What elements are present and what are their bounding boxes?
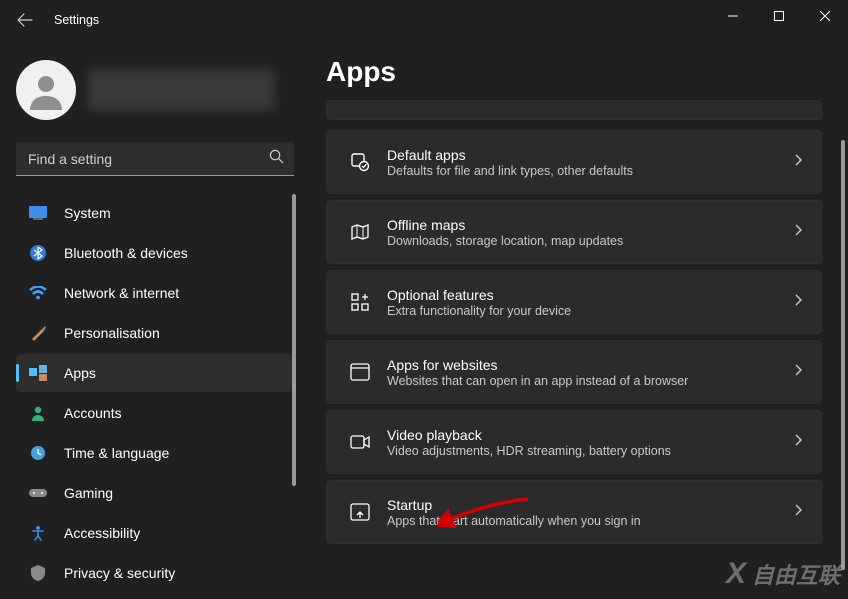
setting-card-title: Optional features xyxy=(387,287,795,303)
setting-card-title: Startup xyxy=(387,497,795,513)
sidebar-item-label: Apps xyxy=(64,365,96,381)
sidebar-item-label: Gaming xyxy=(64,485,113,501)
sidebar-item-label: Network & internet xyxy=(64,285,179,301)
sidebar-scrollbar[interactable] xyxy=(292,194,296,599)
avatar xyxy=(16,60,76,120)
main-scroll-thumb[interactable] xyxy=(841,140,845,570)
brush-icon xyxy=(28,323,48,343)
window-title: Settings xyxy=(54,13,99,27)
setting-card-video-playback[interactable]: Video playback Video adjustments, HDR st… xyxy=(326,410,822,474)
sidebar-item-label: Personalisation xyxy=(64,325,160,341)
setting-card-title: Video playback xyxy=(387,427,795,443)
chevron-right-icon xyxy=(795,293,803,311)
minimize-button[interactable] xyxy=(710,0,756,32)
setting-card-desc: Video adjustments, HDR streaming, batter… xyxy=(387,444,795,458)
main-panel: Apps Choose where to get apps, archive a… xyxy=(300,40,848,599)
close-button[interactable] xyxy=(802,0,848,32)
sidebar-item-accounts[interactable]: Accounts xyxy=(16,394,292,432)
setting-card-apps-for-websites[interactable]: Apps for websites Websites that can open… xyxy=(326,340,822,404)
accessibility-icon xyxy=(28,523,48,543)
sidebar-item-gaming[interactable]: Gaming xyxy=(16,474,292,512)
search-input[interactable] xyxy=(16,142,294,176)
sidebar-item-label: Time & language xyxy=(64,445,169,461)
setting-card-title: Apps for websites xyxy=(387,357,795,373)
content-scroll: Choose where to get apps, archive apps, … xyxy=(326,100,822,599)
setting-card-desc: Websites that can open in an app instead… xyxy=(387,374,795,388)
setting-card-truncated[interactable]: Choose where to get apps, archive apps, … xyxy=(326,100,822,120)
sidebar-item-apps[interactable]: Apps xyxy=(16,354,292,392)
bluetooth-icon xyxy=(28,243,48,263)
setting-card-title: Default apps xyxy=(387,147,795,163)
sidebar-item-privacy[interactable]: Privacy & security xyxy=(16,554,292,592)
setting-card-offline-maps[interactable]: Offline maps Downloads, storage location… xyxy=(326,200,822,264)
sidebar-item-bluetooth[interactable]: Bluetooth & devices xyxy=(16,234,292,272)
setting-card-optional-features[interactable]: Optional features Extra functionality fo… xyxy=(326,270,822,334)
person-icon xyxy=(26,70,66,110)
setting-card-desc: Defaults for file and link types, other … xyxy=(387,164,795,178)
search-box[interactable] xyxy=(16,142,294,176)
window-icon xyxy=(345,363,375,381)
setting-card-desc: Apps that start automatically when you s… xyxy=(387,514,795,528)
back-button[interactable] xyxy=(10,5,40,35)
sidebar: System Bluetooth & devices Network & int… xyxy=(0,40,300,599)
apps-icon xyxy=(28,363,48,383)
chevron-right-icon xyxy=(795,223,803,241)
titlebar: Settings xyxy=(0,0,848,40)
page-title: Apps xyxy=(326,56,822,88)
window-controls xyxy=(710,0,848,32)
video-icon xyxy=(345,434,375,450)
nav: System Bluetooth & devices Network & int… xyxy=(16,194,296,599)
back-arrow-icon xyxy=(17,12,33,28)
sidebar-item-system[interactable]: System xyxy=(16,194,292,232)
chevron-right-icon xyxy=(795,433,803,451)
profile-block[interactable] xyxy=(16,60,296,120)
person-icon xyxy=(28,403,48,423)
shield-icon xyxy=(28,563,48,583)
search-icon xyxy=(269,149,284,169)
setting-card-startup[interactable]: Startup Apps that start automatically wh… xyxy=(326,480,822,544)
wifi-icon xyxy=(28,283,48,303)
main-scrollbar[interactable] xyxy=(841,100,845,570)
plus-grid-icon xyxy=(345,292,375,312)
setting-card-desc: Downloads, storage location, map updates xyxy=(387,234,795,248)
default-apps-icon xyxy=(345,152,375,172)
map-icon xyxy=(345,222,375,242)
sidebar-item-network[interactable]: Network & internet xyxy=(16,274,292,312)
sidebar-item-personalisation[interactable]: Personalisation xyxy=(16,314,292,352)
startup-icon xyxy=(345,503,375,521)
clock-icon xyxy=(28,443,48,463)
sidebar-item-accessibility[interactable]: Accessibility xyxy=(16,514,292,552)
chevron-right-icon xyxy=(795,503,803,521)
gamepad-icon xyxy=(28,483,48,503)
setting-card-desc: Extra functionality for your device xyxy=(387,304,795,318)
maximize-button[interactable] xyxy=(756,0,802,32)
sidebar-item-label: System xyxy=(64,205,111,221)
sidebar-item-label: Accounts xyxy=(64,405,122,421)
setting-card-title: Offline maps xyxy=(387,217,795,233)
sidebar-item-label: Privacy & security xyxy=(64,565,175,581)
profile-name-redacted xyxy=(88,70,274,110)
sidebar-item-label: Accessibility xyxy=(64,525,140,541)
sidebar-item-label: Bluetooth & devices xyxy=(64,245,188,261)
chevron-right-icon xyxy=(795,363,803,381)
setting-card-default-apps[interactable]: Default apps Defaults for file and link … xyxy=(326,130,822,194)
sidebar-scroll-thumb[interactable] xyxy=(292,194,296,486)
chevron-right-icon xyxy=(795,153,803,171)
sidebar-item-time[interactable]: Time & language xyxy=(16,434,292,472)
display-icon xyxy=(28,203,48,223)
